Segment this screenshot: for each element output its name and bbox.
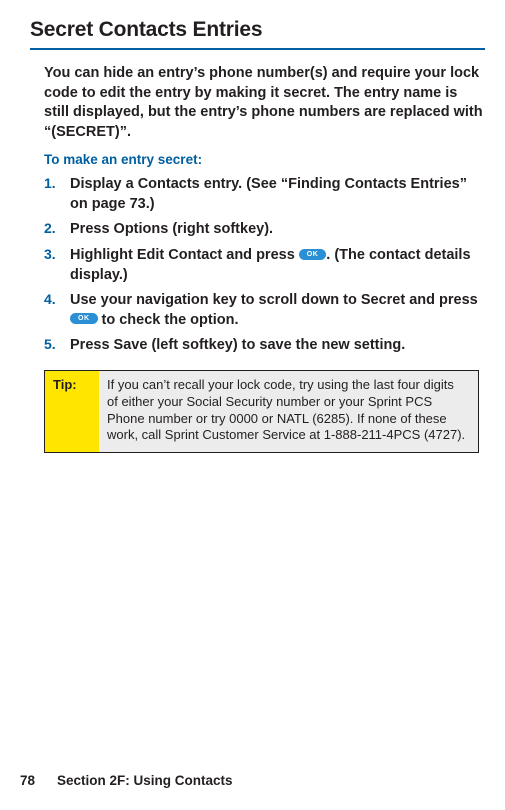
step-4: 4. Use your navigation key to scroll dow… (44, 291, 485, 330)
tip-label: Tip: (45, 371, 99, 453)
step-number: 2. (44, 220, 70, 236)
step-number: 3. (44, 246, 70, 262)
page-footer: 78 Section 2F: Using Contacts (20, 773, 233, 788)
tip-body: If you can’t recall your lock code, try … (99, 371, 478, 453)
step-1: 1. Display a Contacts entry. (See “Findi… (44, 175, 485, 214)
step-number: 1. (44, 175, 70, 191)
title-rule (30, 48, 485, 50)
intro-paragraph: You can hide an entry’s phone number(s) … (44, 64, 485, 142)
step-text: Display a Contacts entry. (See “Finding … (70, 175, 485, 214)
step-3: 3. Highlight Edit Contact and press OK. … (44, 246, 485, 285)
step-text: Press Save (left softkey) to save the ne… (70, 336, 405, 356)
step-text: Highlight Edit Contact and press OK. (Th… (70, 246, 485, 285)
step-text: Press Options (right softkey). (70, 220, 273, 240)
ok-icon: OK (70, 313, 98, 324)
bold-term: Options (114, 221, 169, 237)
step-2: 2. Press Options (right softkey). (44, 220, 485, 240)
page-title: Secret Contacts Entries (30, 18, 485, 42)
steps-list: 1. Display a Contacts entry. (See “Findi… (44, 175, 485, 356)
step-5: 5. Press Save (left softkey) to save the… (44, 336, 485, 356)
step-number: 4. (44, 291, 70, 307)
bold-term: Secret (361, 292, 405, 308)
ok-icon: OK (299, 249, 327, 260)
step-text: Use your navigation key to scroll down t… (70, 291, 485, 330)
page-number: 78 (20, 773, 35, 788)
bold-term: Save (114, 337, 148, 353)
bold-term: Edit Contact (137, 247, 222, 263)
tip-box: Tip: If you can’t recall your lock code,… (44, 370, 479, 454)
footer-section: Section 2F: Using Contacts (57, 773, 233, 788)
step-number: 5. (44, 336, 70, 352)
subheading: To make an entry secret: (44, 152, 485, 167)
